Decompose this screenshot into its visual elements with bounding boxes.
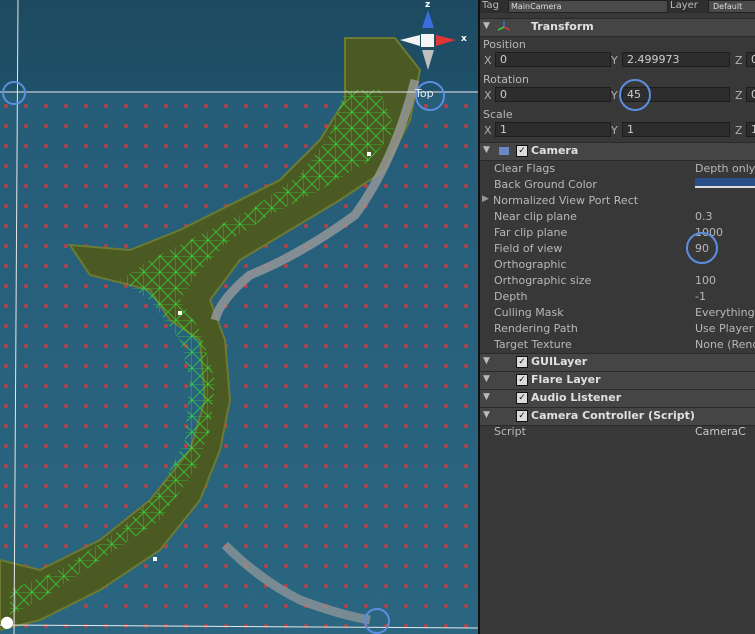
- audio-listener-header[interactable]: ▼ ✓ Audio Listener: [480, 389, 755, 408]
- layer-dropdown[interactable]: Default: [708, 0, 755, 13]
- transform-icon: [498, 21, 510, 31]
- layer-label: Layer: [670, 0, 698, 11]
- rotation-y-axis: Y: [611, 89, 618, 102]
- background-color-label: Back Ground Color: [494, 178, 597, 191]
- gizmo-z-label: z: [425, 0, 431, 10]
- tag-layer-bar: Tag MainCamera Layer Default: [480, 0, 755, 13]
- rendering-path-label: Rendering Path: [494, 322, 578, 335]
- position-z-field[interactable]: 0: [746, 52, 755, 67]
- rotation-z-field[interactable]: 0: [746, 87, 755, 102]
- depth-value[interactable]: -1: [695, 290, 706, 303]
- scale-x-axis: X: [484, 124, 492, 137]
- rotation-label: Rotation: [483, 73, 530, 86]
- position-y-field[interactable]: 2.499973: [622, 52, 730, 67]
- rotation-x-field[interactable]: 0: [495, 87, 611, 102]
- near-clip-label: Near clip plane: [494, 210, 577, 223]
- guilayer-header[interactable]: ▼ ✓ GUILayer: [480, 353, 755, 372]
- rotation-x-axis: X: [484, 89, 492, 102]
- position-label: Position: [483, 38, 526, 51]
- guilayer-title: GUILayer: [531, 355, 588, 368]
- tag-dropdown[interactable]: MainCamera: [508, 0, 668, 13]
- scene-view[interactable]: z x Top ●: [0, 0, 478, 634]
- camera-title: Camera: [531, 144, 579, 157]
- camera-controller-title: Camera Controller (Script): [531, 409, 695, 422]
- guilayer-checkbox[interactable]: ✓: [516, 356, 528, 368]
- script-label: Script: [494, 425, 526, 438]
- culling-mask-label: Culling Mask: [494, 306, 564, 319]
- rotation-highlight-circle: [619, 79, 651, 111]
- clear-flags-value[interactable]: Depth only: [695, 162, 755, 175]
- camera-header[interactable]: ▼ ✓ Camera: [480, 142, 755, 161]
- scene-canvas[interactable]: [0, 0, 478, 634]
- flare-layer-checkbox[interactable]: ✓: [516, 374, 528, 386]
- foldout-arrow-icon[interactable]: ▶: [482, 194, 489, 204]
- target-texture-value[interactable]: None (Rend: [695, 338, 755, 351]
- inspector-panel: Tag MainCamera Layer Default ▼ Transform…: [480, 0, 755, 634]
- target-texture-label: Target Texture: [494, 338, 572, 351]
- rotation-z-axis: Z: [735, 89, 743, 102]
- transform-title: Transform: [531, 20, 594, 33]
- scale-y-field[interactable]: 1: [622, 122, 730, 137]
- tag-label: Tag: [482, 0, 499, 11]
- fov-highlight-circle: [686, 232, 718, 264]
- scale-y-axis: Y: [611, 124, 618, 137]
- far-clip-label: Far clip plane: [494, 226, 568, 239]
- near-clip-value[interactable]: 0.3: [695, 210, 713, 223]
- culling-mask-value[interactable]: Everything: [695, 306, 755, 319]
- scale-z-axis: Z: [735, 124, 743, 137]
- script-value[interactable]: CameraC: [695, 425, 746, 438]
- view-label[interactable]: Top: [415, 87, 434, 100]
- clear-flags-label: Clear Flags: [494, 162, 556, 175]
- camera-component-icon: [499, 147, 509, 155]
- collapse-icon[interactable]: ▼: [483, 356, 490, 366]
- background-color-swatch[interactable]: [695, 178, 755, 188]
- camera-controller-header[interactable]: ▼ ✓ Camera Controller (Script): [480, 407, 755, 426]
- rendering-path-value[interactable]: Use Player S: [695, 322, 755, 335]
- position-z-axis: Z: [735, 54, 743, 67]
- scale-x-field[interactable]: 1: [495, 122, 611, 137]
- orthographic-size-label: Orthographic size: [494, 274, 592, 287]
- unity-editor: z x Top ● Tag MainCamera Layer Default ▼…: [0, 0, 755, 634]
- camera-enabled-checkbox[interactable]: ✓: [516, 145, 528, 157]
- orthographic-size-value[interactable]: 100: [695, 274, 716, 287]
- collapse-icon[interactable]: ▼: [483, 21, 490, 31]
- depth-label: Depth: [494, 290, 528, 303]
- transform-header[interactable]: ▼ Transform: [480, 18, 755, 37]
- flare-layer-title: Flare Layer: [531, 373, 601, 386]
- collapse-icon[interactable]: ▼: [483, 145, 490, 155]
- gizmo-x-label: x: [461, 34, 467, 44]
- camera-icon: ●: [0, 612, 14, 631]
- flare-layer-header[interactable]: ▼ ✓ Flare Layer: [480, 371, 755, 390]
- field-of-view-label: Field of view: [494, 242, 563, 255]
- position-x-axis: X: [484, 54, 492, 67]
- position-x-field[interactable]: 0: [495, 52, 611, 67]
- position-y-axis: Y: [611, 54, 618, 67]
- collapse-icon[interactable]: ▼: [483, 410, 490, 420]
- orthographic-label: Orthographic: [494, 258, 567, 271]
- collapse-icon[interactable]: ▼: [483, 374, 490, 384]
- audio-listener-checkbox[interactable]: ✓: [516, 392, 528, 404]
- scale-label: Scale: [483, 108, 513, 121]
- camera-controller-checkbox[interactable]: ✓: [516, 410, 528, 422]
- collapse-icon[interactable]: ▼: [483, 392, 490, 402]
- viewport-rect-label[interactable]: Normalized View Port Rect: [493, 194, 638, 207]
- audio-listener-title: Audio Listener: [531, 391, 622, 404]
- scale-z-field[interactable]: 1: [746, 122, 755, 137]
